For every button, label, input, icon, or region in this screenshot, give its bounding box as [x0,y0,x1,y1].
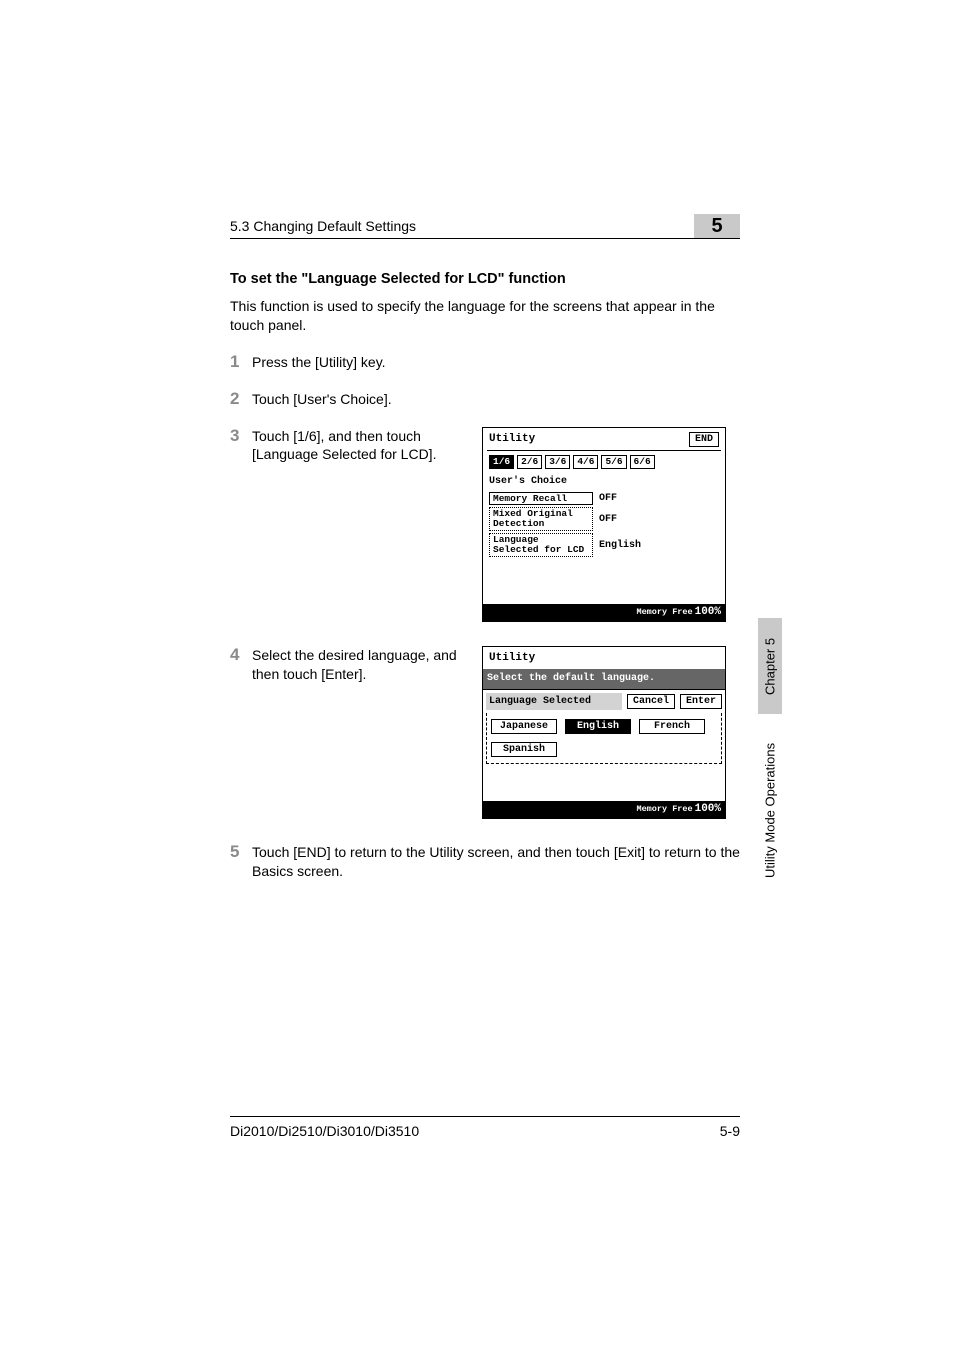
step-number: 4 [230,646,252,665]
lcd-footer: Memory Free 100% [483,604,725,621]
end-button[interactable]: END [689,432,719,447]
memory-recall-button[interactable]: Memory Recall [489,492,593,506]
tab-1-6[interactable]: 1/6 [489,455,514,469]
step-number: 5 [230,843,252,862]
page-footer: Di2010/Di2510/Di3010/Di3510 5-9 [230,1116,740,1139]
language-options: Japanese English French Spanish [486,713,722,764]
tab-5-6[interactable]: 5/6 [601,455,626,469]
option-row: Language Selected for LCD English [487,532,721,558]
tab-6-6[interactable]: 6/6 [630,455,655,469]
step-text: Select the desired language, and then to… [252,646,462,684]
mixed-original-value: OFF [599,513,617,527]
tab-3-6[interactable]: 3/6 [545,455,570,469]
step-text: Touch [User's Choice]. [252,390,740,409]
language-selected-heading: Language Selected [486,693,622,711]
footer-model: Di2010/Di2510/Di3010/Di3510 [230,1123,419,1139]
chapter-badge: 5 [694,214,740,238]
lcd-screenshot-1: Utility END 1/6 2/6 3/6 4/6 5/6 6/6 [482,427,726,623]
intro-text: This function is used to specify the lan… [230,297,740,335]
lcd-screenshot-2: Utility Select the default language. Lan… [482,646,726,819]
footer-page-number: 5-9 [720,1123,740,1139]
step-text: Press the [Utility] key. [252,353,740,372]
step-number: 3 [230,427,252,446]
side-tab-chapter: Chapter 5 [758,618,782,714]
memory-free-label: Memory Free [636,804,692,815]
tab-2-6[interactable]: 2/6 [517,455,542,469]
lcd-title: Utility [489,651,535,666]
memory-free-label: Memory Free [636,607,692,618]
step-text: Touch [1/6], and then touch [Language Se… [252,427,462,465]
option-row: Mixed Original Detection OFF [487,506,721,532]
language-selected-button[interactable]: Language Selected for LCD [489,533,593,557]
section-title: To set the "Language Selected for LCD" f… [230,271,740,287]
tab-4-6[interactable]: 4/6 [573,455,598,469]
page-tabs: 1/6 2/6 3/6 4/6 5/6 6/6 [487,451,721,473]
step-number: 1 [230,353,252,372]
lang-english[interactable]: English [565,719,631,734]
side-tab-title: Utility Mode Operations [758,720,782,900]
lang-spanish[interactable]: Spanish [491,742,557,757]
memory-free-value: 100% [695,605,721,620]
step-5: 5 Touch [END] to return to the Utility s… [230,843,740,881]
lcd-footer: Memory Free 100% [483,801,725,818]
step-text: Touch [END] to return to the Utility scr… [252,843,740,881]
mixed-original-button[interactable]: Mixed Original Detection [489,507,593,531]
page-header: 5.3 Changing Default Settings 5 [230,214,740,239]
step-number: 2 [230,390,252,409]
lang-japanese[interactable]: Japanese [491,719,557,734]
step-3: 3 Touch [1/6], and then touch [Language … [230,427,740,623]
step-2: 2 Touch [User's Choice]. [230,390,740,409]
lcd-title: Utility [489,432,535,447]
cancel-button[interactable]: Cancel [627,694,675,709]
enter-button[interactable]: Enter [680,694,722,709]
users-choice-label: User's Choice [487,473,721,491]
memory-free-value: 100% [695,802,721,817]
step-1: 1 Press the [Utility] key. [230,353,740,372]
lcd-banner: Select the default language. [483,669,725,689]
language-selected-value: English [599,539,641,553]
step-4: 4 Select the desired language, and then … [230,646,740,819]
section-path: 5.3 Changing Default Settings [230,218,416,234]
option-row: Memory Recall OFF [487,491,721,507]
lang-french[interactable]: French [639,719,705,734]
memory-recall-value: OFF [599,492,617,506]
